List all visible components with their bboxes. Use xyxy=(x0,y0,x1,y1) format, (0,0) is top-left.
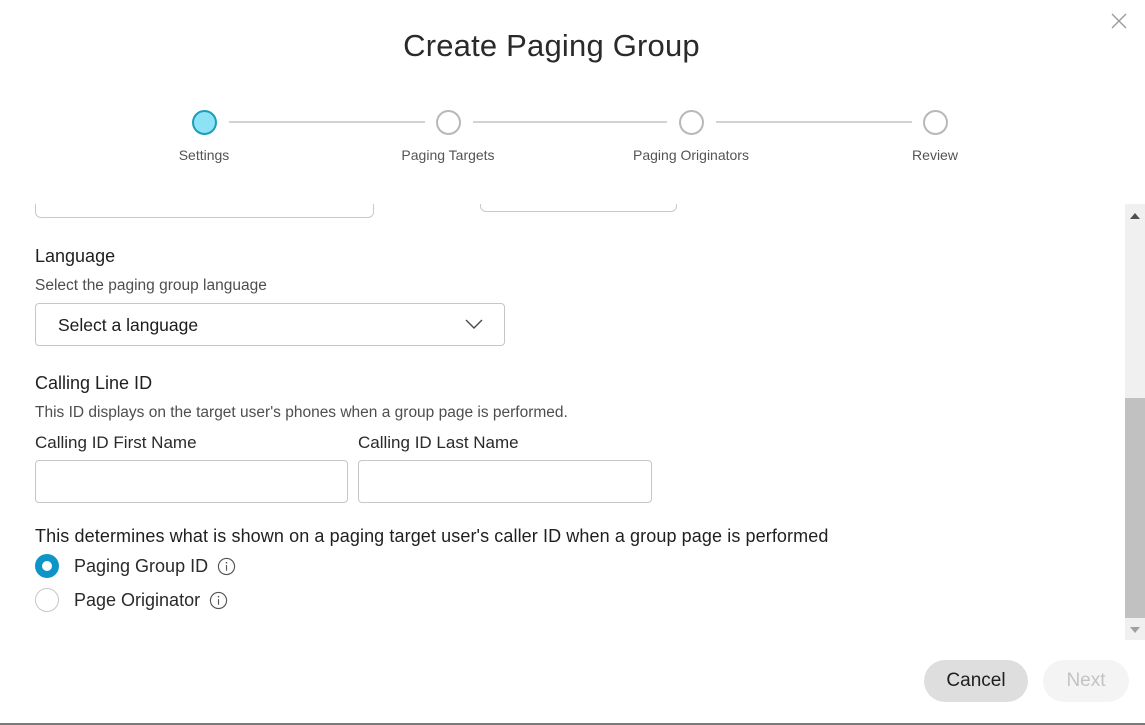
arrow-up-icon xyxy=(1130,213,1140,219)
info-icon[interactable] xyxy=(209,591,228,610)
radio-page-originator[interactable]: Page Originator xyxy=(35,587,228,613)
close-button[interactable] xyxy=(1110,12,1128,30)
vertical-scrollbar[interactable] xyxy=(1125,204,1145,640)
first-name-label: Calling ID First Name xyxy=(35,433,197,452)
step-indicator xyxy=(435,110,461,135)
dialog-title: Create Paging Group xyxy=(403,28,700,63)
language-title: Language xyxy=(35,246,116,266)
radio-label: Paging Group ID xyxy=(74,555,209,576)
radio-label: Page Originator xyxy=(74,589,201,610)
calling-id-first-name-input[interactable] xyxy=(35,460,348,503)
radio-paging-group-id[interactable]: Paging Group ID xyxy=(35,553,236,579)
step-label: Review xyxy=(912,147,958,163)
step-label: Paging Originators xyxy=(633,147,749,163)
radio-button-unchecked[interactable] xyxy=(35,588,59,612)
settings-form-scroll-area: Language Select the paging group languag… xyxy=(0,204,1125,640)
calling-line-id-help: This ID displays on the target user's ph… xyxy=(35,404,568,421)
info-icon[interactable] xyxy=(217,557,236,576)
wizard-stepper: Settings Paging Targets Paging Originato… xyxy=(0,110,1145,170)
close-icon xyxy=(1111,13,1127,29)
step-settings[interactable]: Settings xyxy=(124,110,284,163)
step-indicator xyxy=(922,110,948,135)
step-paging-originators[interactable]: Paging Originators xyxy=(611,110,771,163)
step-paging-targets[interactable]: Paging Targets xyxy=(368,110,528,163)
caller-id-description: This determines what is shown on a pagin… xyxy=(35,526,829,546)
step-indicator xyxy=(678,110,704,135)
language-select-value: Select a language xyxy=(58,315,199,335)
next-button[interactable]: Next xyxy=(1043,660,1129,702)
language-select[interactable]: Select a language xyxy=(35,303,505,346)
last-name-label: Calling ID Last Name xyxy=(358,433,519,452)
arrow-down-icon xyxy=(1130,627,1140,633)
step-indicator-active xyxy=(191,110,217,135)
calling-line-id-title: Calling Line ID xyxy=(35,373,153,393)
scroll-down-button[interactable] xyxy=(1125,620,1145,640)
calling-id-last-name-input[interactable] xyxy=(358,460,652,503)
scroll-up-button[interactable] xyxy=(1125,204,1145,224)
step-label: Settings xyxy=(178,147,230,163)
step-label: Paging Targets xyxy=(401,147,495,163)
scrollbar-thumb[interactable] xyxy=(1125,398,1145,618)
radio-button-checked[interactable] xyxy=(35,554,59,578)
cancel-button[interactable]: Cancel xyxy=(924,660,1028,702)
chevron-down-icon xyxy=(465,319,483,329)
scrolled-select-right[interactable] xyxy=(480,204,677,212)
language-help: Select the paging group language xyxy=(35,277,267,294)
scrolled-input-left[interactable] xyxy=(35,204,374,218)
step-review[interactable]: Review xyxy=(855,110,1015,163)
